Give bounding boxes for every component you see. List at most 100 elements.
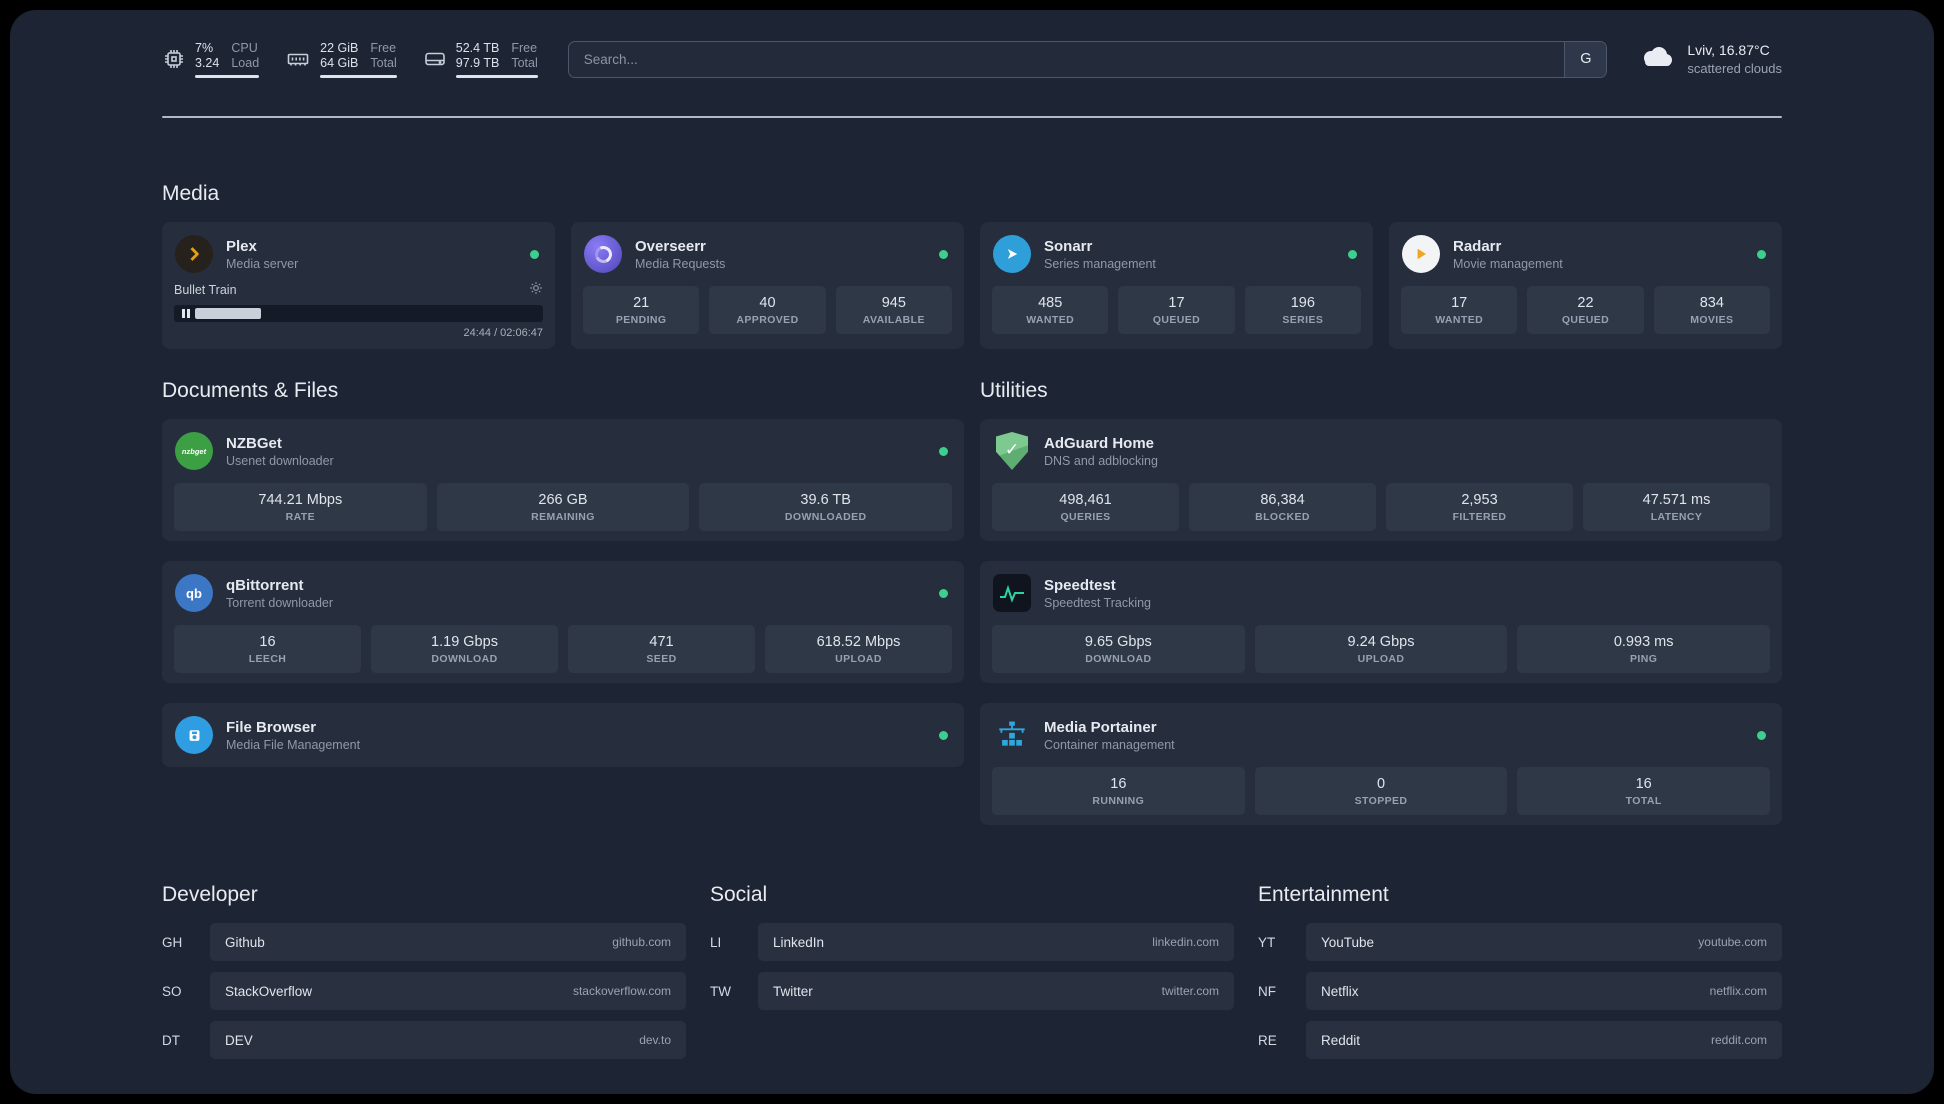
stat-tile: 16 RUNNING [992, 767, 1245, 815]
service-card-filebrowser[interactable]: File Browser Media File Management [162, 703, 964, 767]
bookmark-link[interactable]: DEV dev.to [210, 1021, 686, 1059]
resource-cpu: 7% 3.24 CPU Load [162, 40, 260, 78]
playback-time: 24:44 / 02:06:47 [463, 327, 543, 339]
service-card-plex[interactable]: Plex Media server Bullet Train 24:44 / 0… [162, 222, 555, 349]
top-bar: 7% 3.24 CPU Load 22 GiB 64 GiB Free Tota… [162, 36, 1782, 82]
search-provider-label: G [1580, 51, 1592, 67]
playback-progress-bar[interactable] [174, 305, 543, 322]
memory-total-label: Total [370, 55, 397, 70]
bookmark-link[interactable]: YouTube youtube.com [1306, 923, 1782, 961]
service-name: Overseerr [635, 237, 706, 255]
gear-icon[interactable] [529, 281, 543, 298]
search-provider-button[interactable]: G [1564, 41, 1607, 77]
stat-tile: 266 GB REMAINING [436, 483, 690, 531]
service-header[interactable]: Radarr Movie management [1401, 232, 1770, 276]
middle-columns: Documents & Files nzbget NZBGet Usenet d… [162, 379, 1782, 825]
service-card-radarr[interactable]: Radarr Movie management 17 WANTED 22 QUEUED… [1389, 222, 1782, 349]
bookmark-item: SO StackOverflow stackoverflow.com [162, 972, 686, 1010]
stat-value: 39.6 TB [800, 491, 851, 508]
bookmark-link[interactable]: Github github.com [210, 923, 686, 961]
stat-value: 485 [1038, 294, 1063, 311]
memory-free-label: Free [370, 40, 397, 55]
bookmark-link[interactable]: Reddit reddit.com [1306, 1021, 1782, 1059]
cpu-usage-bar [195, 74, 260, 78]
stat-label: RATE [285, 510, 316, 523]
service-card-sonarr[interactable]: Sonarr Series management 485 WANTED 17 QUEU… [980, 222, 1373, 349]
section-title-media: Media [162, 182, 220, 205]
service-card-adguard[interactable]: ✓ AdGuard Home DNS and adblocking 498,46… [980, 419, 1782, 541]
service-description: Series management [1044, 256, 1156, 271]
service-card-qbittorrent[interactable]: qb qBittorrent Torrent downloader 16 LEEC… [162, 561, 964, 683]
status-indicator [939, 249, 948, 259]
stat-tile: 834 MOVIES [1653, 286, 1770, 334]
stat-label: TOTAL [1625, 794, 1662, 807]
service-card-speedtest[interactable]: Speedtest Speedtest Tracking 9.65 Gbps DO… [980, 561, 1782, 683]
stat-label: LEECH [248, 652, 287, 665]
bookmark-link[interactable]: Twitter twitter.com [758, 972, 1234, 1010]
bookmark-item: YT YouTube youtube.com [1258, 923, 1782, 961]
stats-row: 17 WANTED 22 QUEUED 834 MOVIES [1401, 286, 1770, 334]
service-card-nzbget[interactable]: nzbget NZBGet Usenet downloader 744.21 M… [162, 419, 964, 541]
sonarr-icon [992, 234, 1032, 274]
search-input[interactable] [568, 41, 1565, 77]
bookmark-abbr: NF [1258, 983, 1276, 999]
resource-disk: 52.4 TB 97.9 TB Free Total [423, 41, 538, 78]
stat-tile: 16 LEECH [174, 625, 361, 673]
cpu-usage-value: 7% [195, 40, 214, 55]
memory-free-value: 22 GiB [320, 40, 359, 55]
weather-widget: Lviv, 16.87°C scattered clouds [1637, 41, 1782, 77]
service-header[interactable]: Plex Media server [174, 232, 543, 276]
stat-tile: 21 PENDING [583, 286, 700, 334]
service-header[interactable]: Media Portainer Container management [992, 713, 1770, 757]
stat-tile: 618.52 Mbps UPLOAD [765, 625, 952, 673]
qbittorrent-icon: qb [174, 573, 214, 613]
bookmark-name: Github [225, 934, 265, 950]
portainer-icon [992, 715, 1032, 755]
service-header[interactable]: File Browser Media File Management [174, 713, 952, 757]
status-indicator [939, 588, 948, 598]
stat-value: 0 [1376, 775, 1386, 792]
service-description: Usenet downloader [226, 453, 334, 468]
service-card-overseerr[interactable]: Overseerr Media Requests 21 PENDING 40 APPR… [571, 222, 964, 349]
bookmark-url: youtube.com [1698, 935, 1767, 949]
stat-value: 9.65 Gbps [1084, 633, 1152, 650]
service-description: DNS and adblocking [1044, 453, 1158, 468]
bookmark-list: GH Github github.com SO StackOverflow stackov… [162, 923, 686, 1059]
stat-tile: 9.24 Gbps UPLOAD [1254, 625, 1508, 673]
stat-tile: 22 QUEUED [1527, 286, 1644, 334]
service-card-portainer[interactable]: Media Portainer Container management 16 R… [980, 703, 1782, 825]
search-bar[interactable]: G [567, 40, 1608, 78]
service-header[interactable]: ✓ AdGuard Home DNS and adblocking [992, 429, 1770, 473]
service-header[interactable]: Sonarr Series management [992, 232, 1361, 276]
stat-label: BLOCKED [1255, 510, 1310, 523]
stat-value: 40 [759, 294, 776, 311]
service-name: Speedtest [1044, 576, 1116, 594]
service-header[interactable]: nzbget NZBGet Usenet downloader [174, 429, 952, 473]
stat-value: 86,384 [1260, 491, 1305, 508]
service-name: File Browser [226, 718, 317, 736]
stat-label: PING [1630, 652, 1658, 665]
memory-total-value: 64 GiB [320, 55, 359, 70]
stat-label: STOPPED [1354, 794, 1408, 807]
service-header[interactable]: Overseerr Media Requests [583, 232, 952, 276]
bookmark-abbr: RE [1258, 1032, 1277, 1048]
stat-value: 0.993 ms [1613, 633, 1674, 650]
stat-value: 834 [1699, 294, 1724, 311]
service-header[interactable]: qb qBittorrent Torrent downloader [174, 571, 952, 615]
stat-tile: 86,384 BLOCKED [1189, 483, 1376, 531]
service-header[interactable]: Speedtest Speedtest Tracking [992, 571, 1770, 615]
stat-tile: 744.21 Mbps RATE [174, 483, 427, 531]
pause-icon[interactable] [177, 309, 195, 318]
bookmark-abbr: TW [710, 983, 731, 999]
bookmark-link[interactable]: Netflix netflix.com [1306, 972, 1782, 1010]
bookmark-abbr: SO [162, 983, 182, 999]
bookmark-item: GH Github github.com [162, 923, 686, 961]
stats-row: 485 WANTED 17 QUEUED 196 SERIES [992, 286, 1361, 334]
stat-tile: 47.571 ms LATENCY [1583, 483, 1770, 531]
status-indicator [530, 249, 539, 259]
bookmark-link[interactable]: LinkedIn linkedin.com [758, 923, 1234, 961]
cpu-icon [162, 47, 186, 71]
stat-label: LATENCY [1650, 510, 1703, 523]
bookmark-abbr: GH [162, 934, 183, 950]
bookmark-link[interactable]: StackOverflow stackoverflow.com [210, 972, 686, 1010]
